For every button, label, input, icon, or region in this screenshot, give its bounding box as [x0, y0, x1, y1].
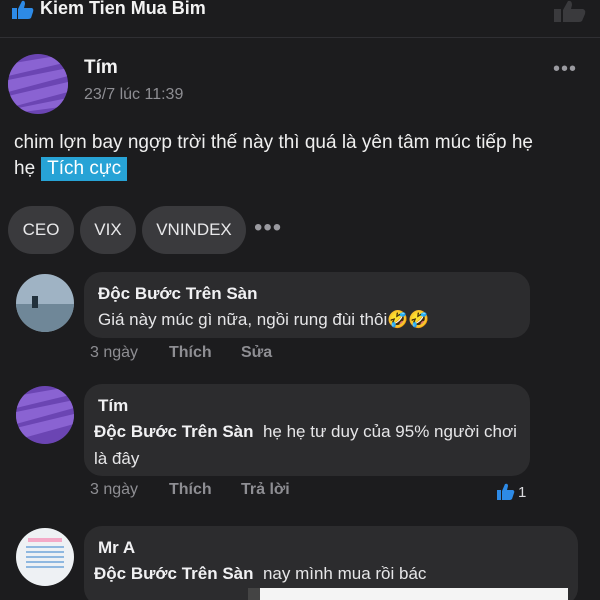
comment-time: 3 ngày [90, 481, 139, 498]
comment-text: Độc Bước Trên Sàn hẹ hẹ tư duy của 95% n… [94, 418, 524, 472]
reaction-count-value: 1 [518, 484, 527, 501]
comment-author[interactable]: Độc Bước Trên Sàn [98, 284, 258, 304]
more-options-icon[interactable]: ••• [553, 58, 577, 81]
like-button[interactable]: Thích [169, 344, 212, 362]
comment-text-content: nay mình mua rồi bác [262, 564, 427, 583]
thumbs-up-outline-icon[interactable] [554, 0, 586, 22]
avatar[interactable] [16, 386, 74, 444]
tag-ceo[interactable]: CEO [8, 206, 74, 254]
mention[interactable]: Độc Bước Trên Sàn [94, 564, 254, 583]
mention[interactable]: Độc Bước Trên Sàn [94, 422, 254, 441]
avatar[interactable] [16, 528, 74, 586]
edit-button[interactable]: Sửa [241, 344, 272, 362]
thumbs-up-icon[interactable] [12, 0, 34, 20]
comment-time: 3 ngày [90, 344, 139, 361]
avatar[interactable] [8, 54, 68, 114]
comment-author[interactable]: Tím [98, 396, 128, 416]
thumbs-up-icon [497, 483, 515, 500]
avatar[interactable] [16, 274, 74, 332]
comment-text: Độc Bước Trên Sàn nay mình mua rồi bác [94, 560, 564, 587]
more-tags-icon[interactable]: ••• [254, 214, 282, 242]
tag-vnindex[interactable]: VNINDEX [142, 206, 246, 254]
post-body: chim lợn bay ngợp trời thế này thì quá l… [14, 130, 594, 182]
top-bar: Kiem Tien Mua Bim [0, 0, 600, 26]
post-author[interactable]: Tím [84, 57, 118, 79]
post-timestamp: 23/7 lúc 11:39 [84, 86, 184, 103]
comment-author[interactable]: Mr A [98, 538, 135, 558]
comment-image[interactable] [248, 588, 568, 600]
like-button[interactable]: Thích [169, 481, 212, 499]
group-title[interactable]: Kiem Tien Mua Bim [40, 0, 206, 19]
reply-button[interactable]: Trả lời [241, 481, 290, 499]
divider [0, 37, 600, 38]
comment-text: Giá này múc gì nữa, ngồi rung đùi thôi🤣🤣 [98, 310, 430, 329]
tag-vix[interactable]: VIX [80, 206, 136, 254]
sentiment-badge: Tích cực [41, 157, 128, 181]
